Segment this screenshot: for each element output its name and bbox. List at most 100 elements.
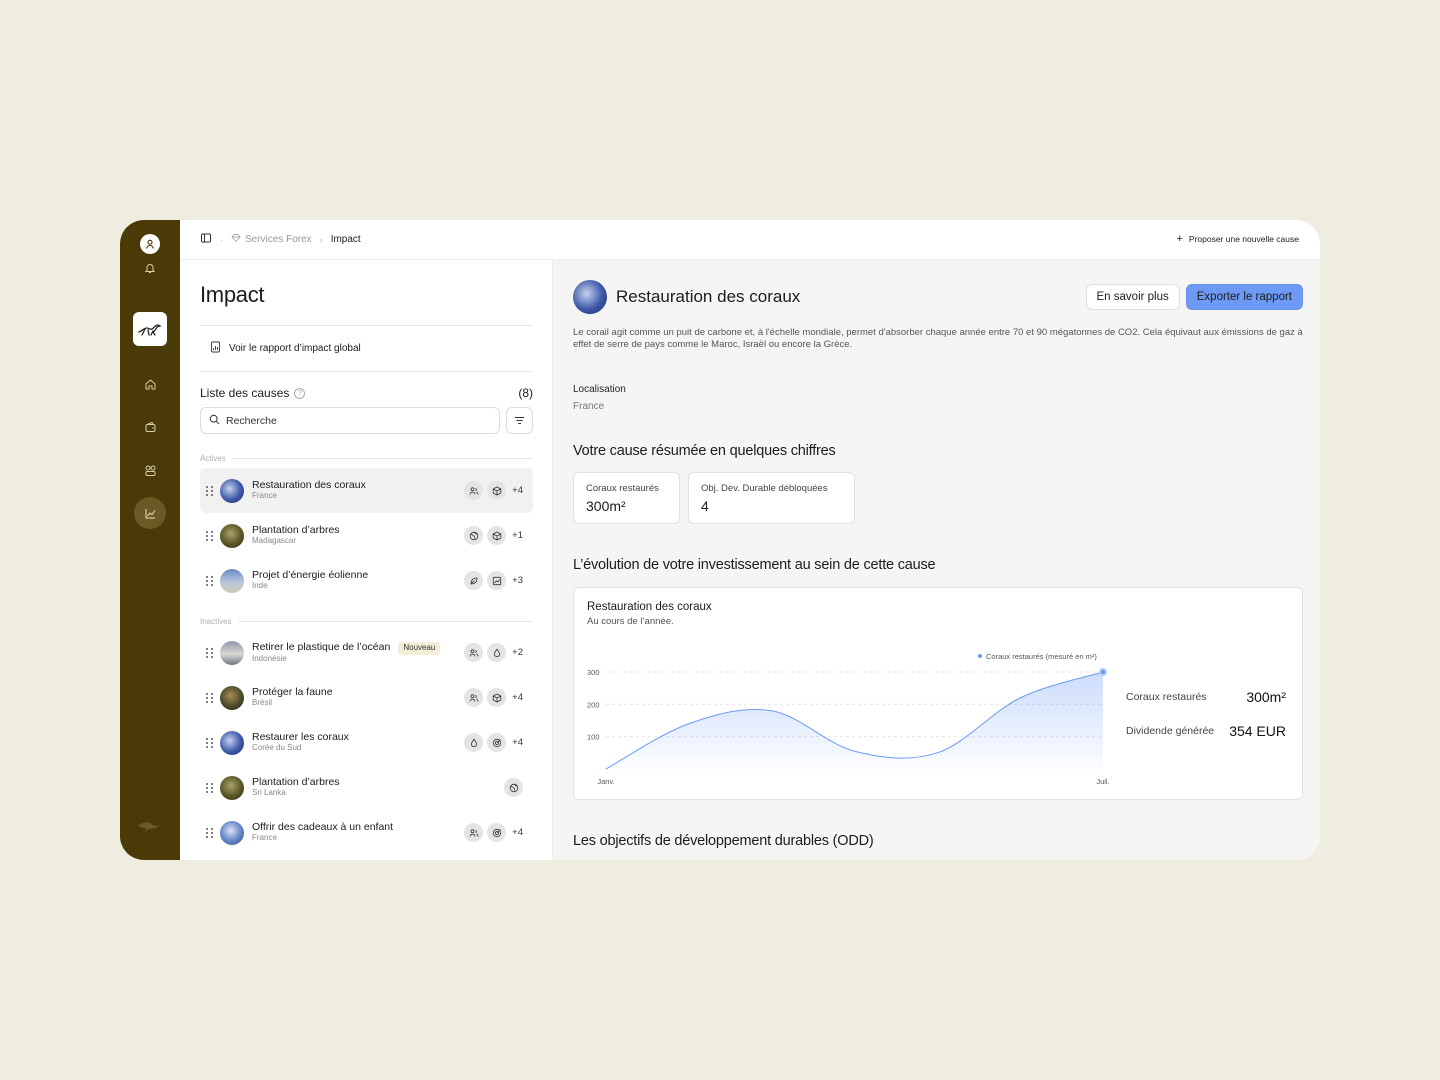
drag-handle-icon[interactable] [206, 647, 214, 658]
extra-count: +4 [512, 692, 523, 703]
sidebar-toggle-icon[interactable] [200, 232, 212, 247]
drag-handle-icon[interactable] [206, 827, 214, 838]
global-report-link[interactable]: Voir le rapport d’impact global [200, 326, 533, 372]
drag-handle-icon[interactable] [206, 575, 214, 586]
list-item[interactable]: Restauration des coraux France +4 [200, 468, 533, 513]
list-item[interactable]: Retirer le plastique de l’océan Nouveau In… [200, 630, 533, 675]
user-avatar-icon[interactable] [140, 234, 160, 254]
drag-handle-icon[interactable] [206, 530, 214, 541]
extra-count: +4 [512, 485, 523, 496]
company-logo-icon[interactable] [133, 312, 167, 346]
search-input[interactable]: Recherche [200, 407, 500, 434]
cube-icon [487, 526, 507, 545]
search-icon [209, 414, 220, 428]
kpi-label: Obj. Dev. Durable débloquées [701, 482, 828, 494]
extra-count: +2 [512, 647, 523, 658]
x-tick-label: Janv. [597, 777, 614, 786]
people-icon [464, 688, 484, 707]
cube-icon [487, 688, 507, 707]
target-icon [487, 823, 507, 842]
globe-icon [504, 778, 523, 797]
leaf-icon [464, 571, 484, 590]
cause-description: Le corail agit comme un puit de carbone … [573, 327, 1303, 351]
cause-location: Inde [252, 580, 268, 590]
stat-value: 354 EUR [1229, 722, 1286, 739]
wallet-icon[interactable] [134, 411, 166, 443]
breadcrumb-org[interactable]: Services Forex [245, 234, 312, 245]
export-report-button[interactable]: Exporter le rapport [1185, 284, 1303, 310]
cause-title: Restauration des coraux [616, 287, 801, 306]
document-icon [210, 341, 221, 356]
home-icon[interactable] [134, 368, 166, 400]
odd-heading: Les objectifs de développement durables … [573, 832, 874, 849]
y-tick-label: 300 [587, 668, 600, 677]
learn-more-button[interactable]: En savoir plus [1085, 284, 1180, 310]
cause-name: Protéger la faune [252, 686, 333, 699]
new-badge: Nouveau [398, 641, 441, 655]
stat-row: Coraux restaurés 300m² [1126, 689, 1286, 705]
topbar: · Services Forex › Impact + Proposer une… [180, 220, 1320, 260]
drag-handle-icon[interactable] [206, 782, 214, 793]
extra-count: +3 [512, 575, 523, 586]
filter-icon [515, 417, 524, 424]
list-item[interactable]: Offrir des cadeaux à un enfant France +4 [200, 810, 533, 855]
area-fill [606, 671, 1103, 769]
extra-count: +4 [512, 827, 523, 838]
cause-location: Madagascar [252, 535, 297, 545]
chart-card: Restauration des coraux Au cours de l’an… [573, 586, 1303, 800]
kpi-card: Coraux restaurés 300m² [573, 471, 680, 524]
list-item[interactable]: Plantation d’arbres Madagascar +1 [200, 513, 533, 558]
kpi-label: Coraux restaurés [586, 482, 659, 494]
inactive-section-label: Inactives [200, 617, 533, 626]
summary-heading: Votre cause résumée en quelques chiffres [573, 442, 836, 459]
people-icon [464, 481, 484, 500]
propose-cause-button[interactable]: + Proposer une nouvelle cause [1176, 233, 1299, 245]
evolution-heading: L’évolution de votre investissement au s… [573, 556, 936, 573]
y-tick-label: 200 [587, 700, 600, 709]
list-item[interactable]: Projet d’énergie éolienne Inde +3 [200, 558, 533, 603]
plus-icon: + [1176, 233, 1183, 245]
globe-icon [464, 526, 484, 545]
cause-thumbnail [220, 775, 244, 800]
active-list: Restauration des coraux France +4 Plantat… [200, 468, 533, 603]
global-report-label: Voir le rapport d’impact global [229, 343, 361, 354]
cause-thumbnail [220, 478, 244, 503]
breadcrumb-dot: · [220, 234, 223, 245]
sidebar [120, 220, 180, 860]
cause-list-header: Liste des causes? (8) [200, 386, 533, 400]
chart-line-icon[interactable] [134, 497, 166, 529]
search-placeholder: Recherche [226, 414, 277, 427]
cause-name: Projet d’énergie éolienne [252, 569, 369, 582]
content: Impact Voir le rapport d’impact global L… [180, 260, 1320, 860]
cause-thumbnail [220, 685, 244, 710]
cause-thumbnail [220, 523, 244, 548]
cube-icon [487, 481, 507, 500]
cause-thumbnail [220, 820, 244, 845]
cause-list-label: Liste des causes [200, 386, 290, 400]
chevron-right-icon: › [319, 234, 323, 245]
people-icon [464, 823, 484, 842]
bell-icon[interactable] [142, 260, 158, 276]
causes-icon[interactable] [134, 454, 166, 486]
cause-name: Plantation d’arbres [252, 776, 340, 789]
cause-location: France [252, 490, 277, 500]
causes-panel: Impact Voir le rapport d’impact global L… [180, 260, 553, 860]
cause-detail-panel: Restauration des coraux En savoir plus E… [553, 260, 1320, 860]
list-item[interactable]: Plantation d’arbres Sri Lanka [200, 765, 533, 810]
cause-thumbnail [220, 730, 244, 755]
filter-button[interactable] [506, 407, 533, 434]
kpi-value: 4 [701, 497, 709, 514]
app-window: · Services Forex › Impact + Proposer une… [120, 220, 1320, 860]
kpi-value: 300m² [586, 497, 626, 514]
list-item[interactable]: Restaurer les coraux Corée du Sud +4 [200, 720, 533, 765]
drag-handle-icon[interactable] [206, 737, 214, 748]
cause-name: Offrir des cadeaux à un enfant [252, 821, 394, 834]
drag-handle-icon[interactable] [206, 485, 214, 496]
x-tick-label: Juil. [1096, 777, 1109, 786]
cause-location: Corée du Sud [252, 742, 302, 752]
page-title: Impact [200, 282, 533, 326]
extra-count: +4 [512, 737, 523, 748]
list-item[interactable]: Protéger la faune Brésil +4 [200, 675, 533, 720]
help-icon[interactable]: ? [294, 387, 306, 399]
drag-handle-icon[interactable] [206, 692, 214, 703]
